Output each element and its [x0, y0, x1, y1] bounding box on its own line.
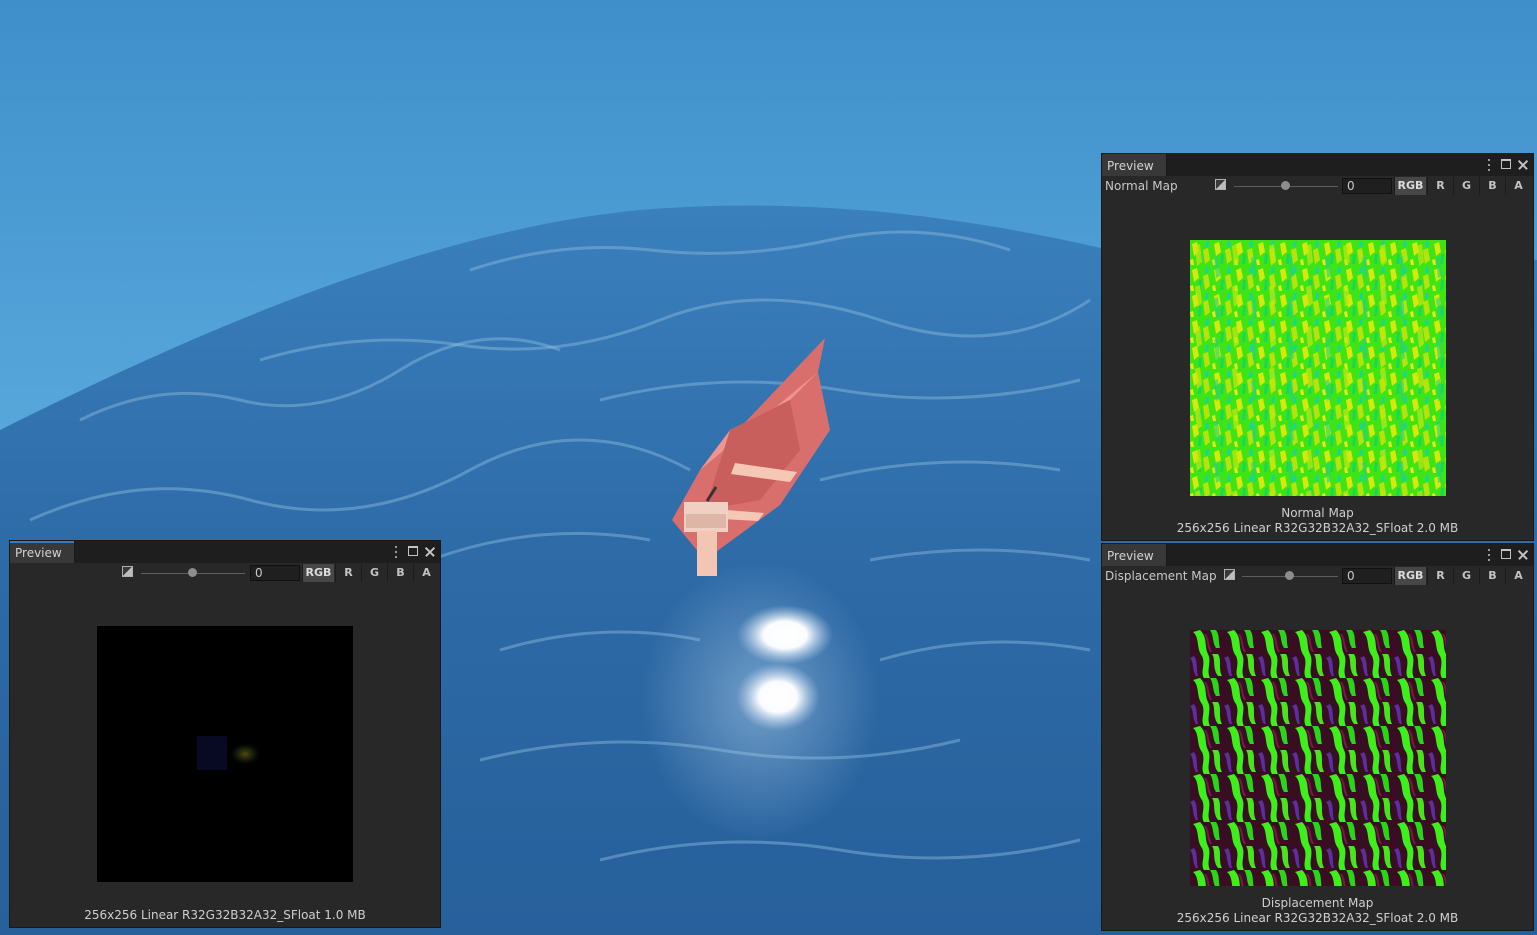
maximize-icon[interactable]: [1500, 547, 1512, 563]
channel-b-button[interactable]: B: [1479, 567, 1505, 585]
close-icon[interactable]: [424, 544, 436, 560]
texture-info: 256x256 Linear R32G32B32A32_SFloat 2.0 M…: [1176, 911, 1459, 925]
preview-toolbar: Displacement Map 0 RGB R G B A: [1102, 566, 1533, 586]
channel-b-button[interactable]: B: [387, 564, 413, 582]
preview-window-displacement-map: Preview Displacement Map 0 RGB R G B A D…: [1101, 543, 1534, 931]
more-options-icon[interactable]: [390, 544, 402, 560]
slider-knob[interactable]: [1285, 571, 1294, 580]
maximize-icon[interactable]: [1500, 157, 1512, 173]
texture-preview-displacement-map: [1190, 630, 1446, 886]
map-label: Displacement Map: [1105, 569, 1217, 583]
exposure-input[interactable]: 0: [1342, 568, 1392, 584]
window-titlebar[interactable]: Preview: [1102, 544, 1533, 567]
more-options-icon[interactable]: [1483, 157, 1495, 173]
channel-g-button[interactable]: G: [1453, 177, 1479, 195]
channel-g-button[interactable]: G: [1453, 567, 1479, 585]
texture-name: Displacement Map: [1261, 896, 1374, 910]
exposure-icon[interactable]: [1224, 569, 1235, 580]
preview-toolbar: Normal Map 0 RGB R G B A: [1102, 176, 1533, 196]
exposure-icon[interactable]: [122, 566, 133, 577]
preview-window-left: Preview 0 RGB R G B A 256x256 Linear R32…: [9, 540, 441, 928]
close-icon[interactable]: [1517, 547, 1529, 563]
texture-info: 256x256 Linear R32G32B32A32_SFloat 2.0 M…: [1176, 521, 1459, 535]
slider-knob[interactable]: [188, 568, 197, 577]
tab-preview[interactable]: Preview: [1102, 154, 1167, 176]
exposure-input[interactable]: 0: [250, 565, 300, 581]
more-options-icon[interactable]: [1483, 547, 1495, 563]
tab-preview[interactable]: Preview: [1102, 544, 1167, 566]
maximize-icon[interactable]: [407, 544, 419, 560]
texture-name: Normal Map: [1281, 506, 1354, 520]
window-titlebar[interactable]: Preview: [1102, 154, 1533, 177]
channel-r-button[interactable]: R: [1427, 567, 1453, 585]
exposure-icon[interactable]: [1215, 179, 1226, 190]
close-icon[interactable]: [1517, 157, 1529, 173]
channel-r-button[interactable]: R: [1427, 177, 1453, 195]
channel-g-button[interactable]: G: [361, 564, 387, 582]
channel-a-button[interactable]: A: [413, 564, 439, 582]
texture-preview-normal-map: [1190, 240, 1446, 496]
preview-window-normal-map: Preview Normal Map 0 RGB R G B A Normal …: [1101, 153, 1534, 541]
slider-knob[interactable]: [1281, 181, 1290, 190]
channel-rgb-button[interactable]: RGB: [1394, 177, 1426, 195]
texture-info: 256x256 Linear R32G32B32A32_SFloat 1.0 M…: [84, 908, 366, 922]
exposure-input[interactable]: 0: [1342, 178, 1392, 194]
channel-rgb-button[interactable]: RGB: [1394, 567, 1426, 585]
channel-b-button[interactable]: B: [1479, 177, 1505, 195]
channel-rgb-button[interactable]: RGB: [302, 564, 334, 582]
preview-toolbar: 0 RGB R G B A: [10, 563, 440, 583]
channel-a-button[interactable]: A: [1505, 567, 1531, 585]
window-titlebar[interactable]: Preview: [10, 541, 440, 564]
map-label: Normal Map: [1105, 179, 1178, 193]
texture-preview-spectrum: [97, 626, 353, 882]
tab-preview[interactable]: Preview: [10, 541, 75, 563]
channel-r-button[interactable]: R: [335, 564, 361, 582]
channel-a-button[interactable]: A: [1505, 177, 1531, 195]
